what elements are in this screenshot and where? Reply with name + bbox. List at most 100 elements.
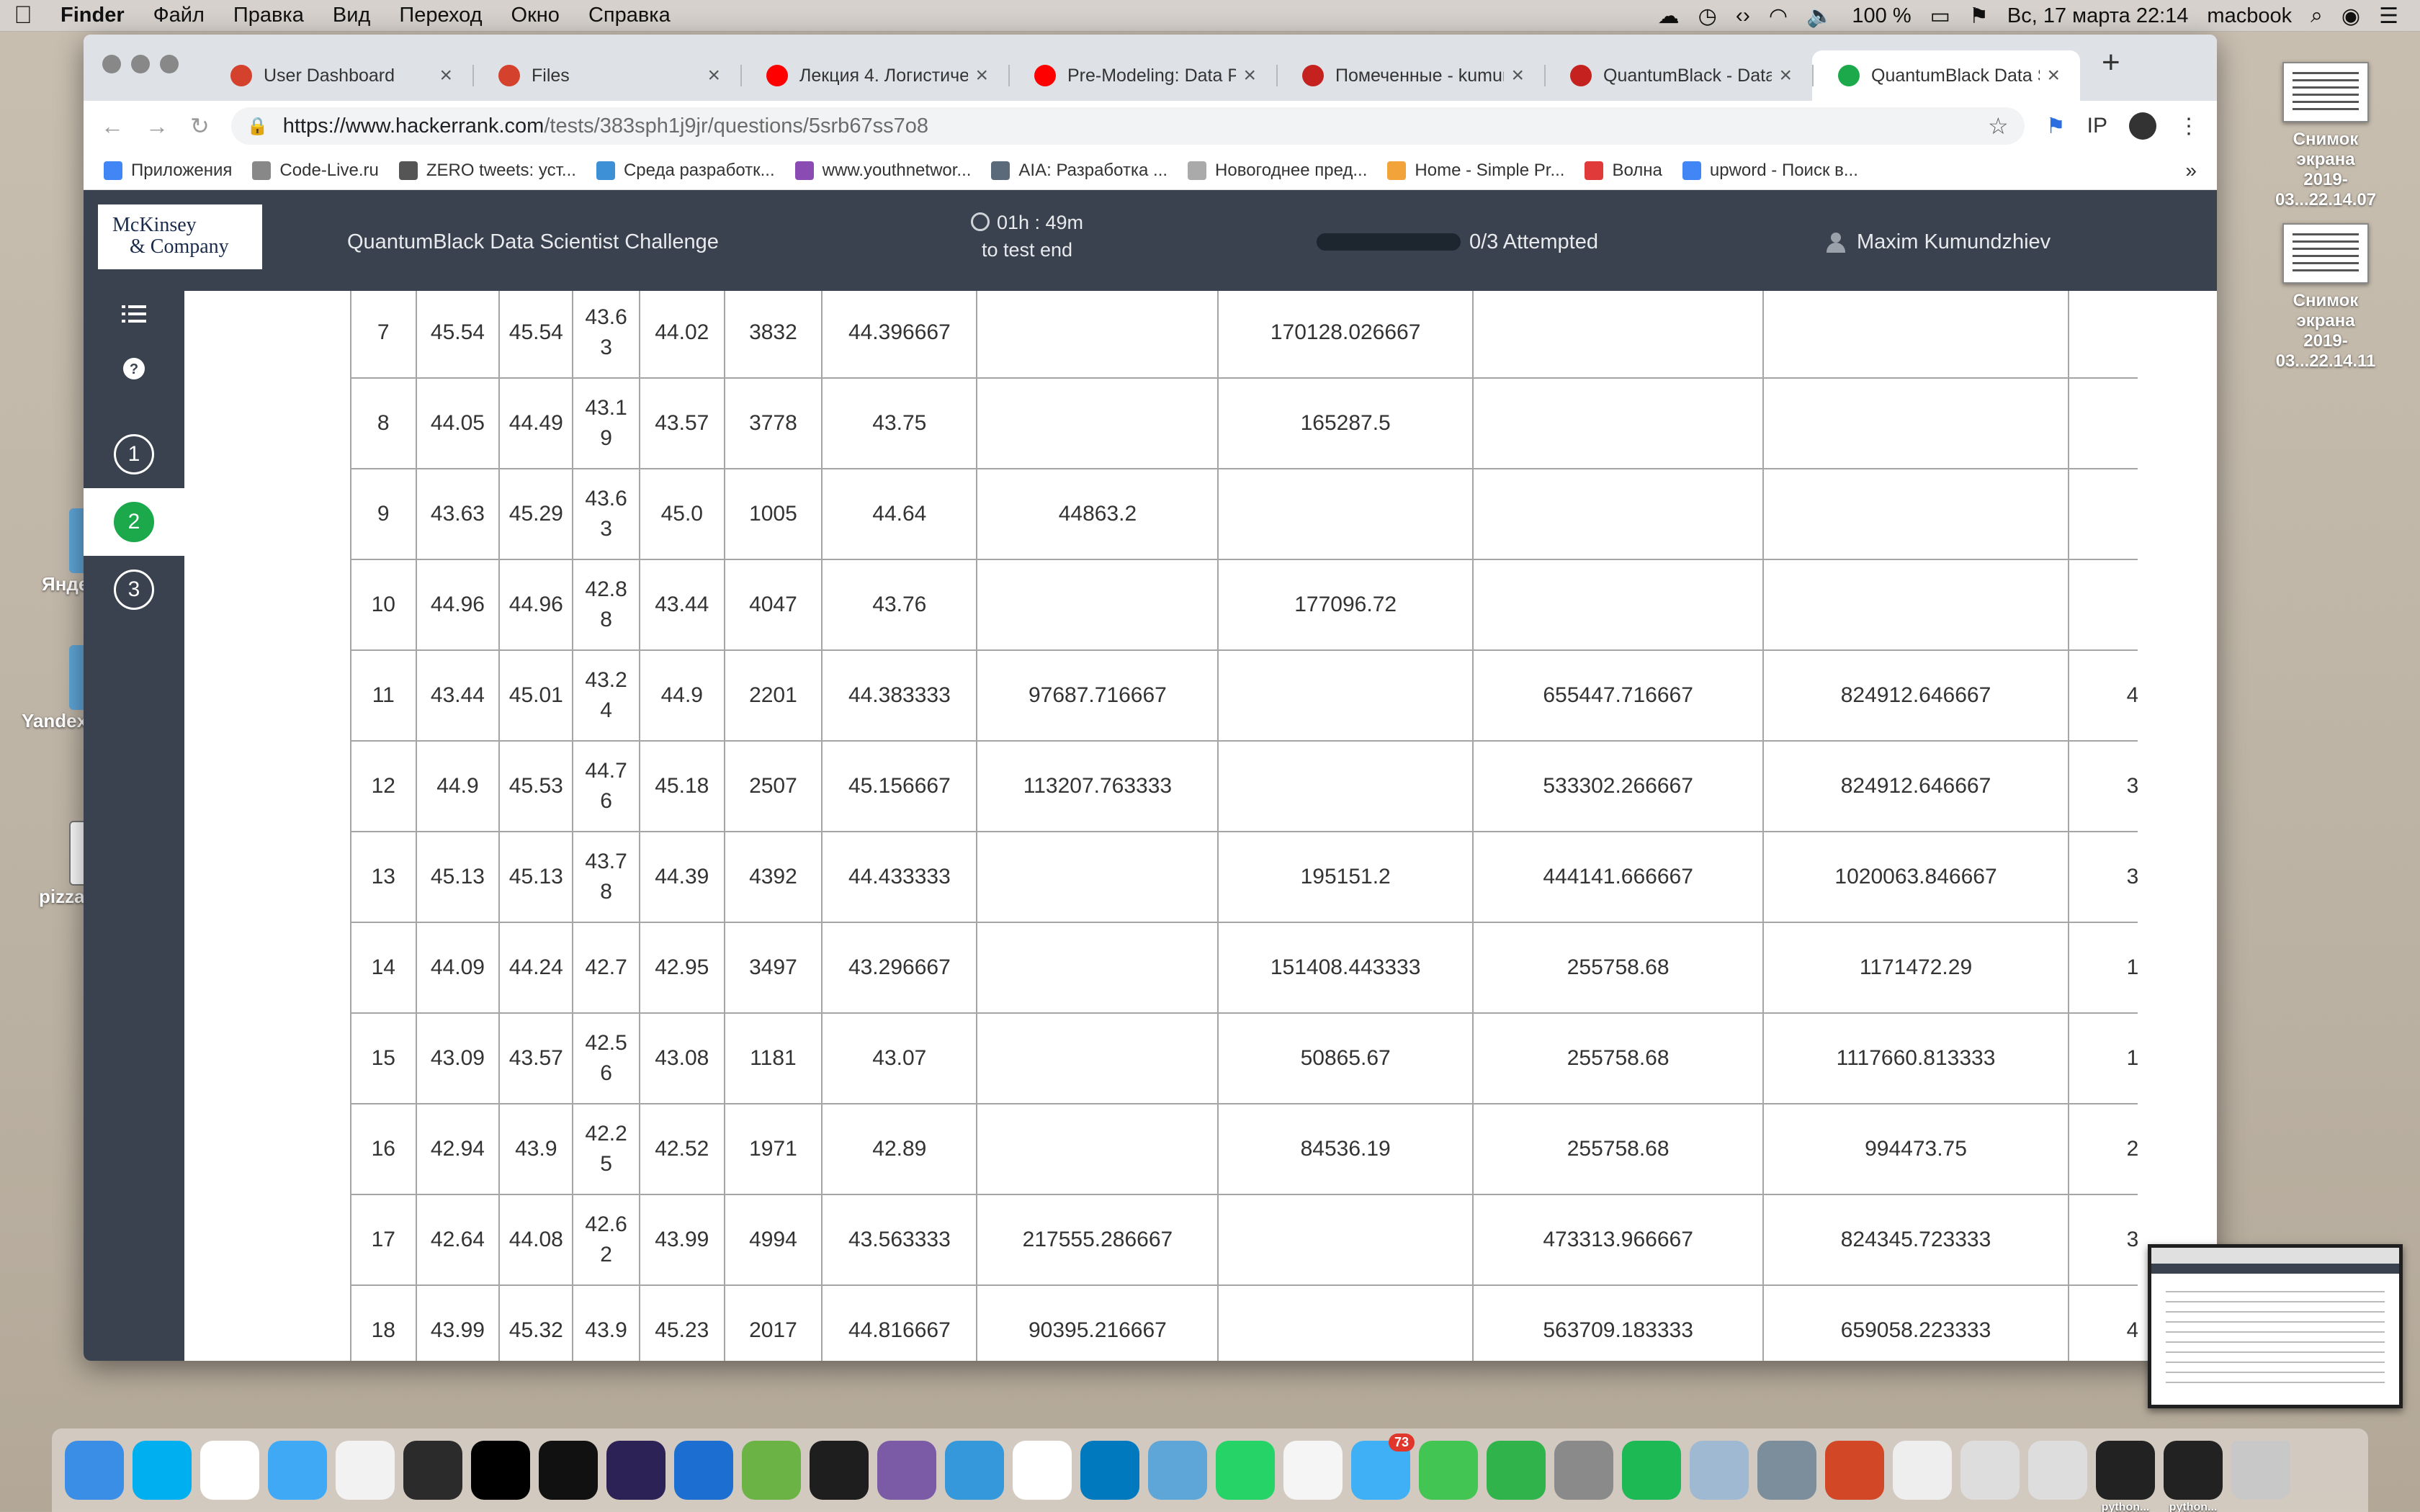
forward-arrow-icon[interactable]: →	[145, 113, 169, 140]
bookmark-item[interactable]: upword - Поиск в...	[1682, 161, 1858, 181]
dock-circle-app-icon[interactable]	[1487, 1441, 1546, 1500]
bookmark-item[interactable]: AIA: Разработка ...	[991, 161, 1168, 181]
menu-kebab-icon[interactable]: ⋮	[2178, 114, 2200, 139]
close-tab-icon[interactable]: ×	[1511, 63, 1524, 88]
dock-preferences-icon[interactable]	[1554, 1441, 1613, 1500]
menu-go[interactable]: Переход	[385, 4, 496, 27]
dock-trello-icon[interactable]	[1080, 1441, 1139, 1500]
menu-app-name[interactable]: Finder	[46, 4, 139, 27]
dock-folder-icon[interactable]	[1148, 1441, 1207, 1500]
code-icon[interactable]: ‹›	[1736, 4, 1750, 28]
notification-center-icon[interactable]: ☰	[2379, 4, 2398, 29]
dock-whatsapp-icon[interactable]	[1216, 1441, 1275, 1500]
bookmark-item[interactable]: Code-Live.ru	[252, 161, 379, 181]
bookmark-item[interactable]: Home - Simple Pr...	[1387, 161, 1564, 181]
wifi-icon[interactable]: ◠	[1769, 4, 1788, 29]
bookmark-item[interactable]: www.youthnetwor...	[794, 161, 971, 181]
user-menu[interactable]: Maxim Kumundzhiev	[1827, 230, 2051, 254]
dock-chrome-icon[interactable]	[336, 1441, 395, 1500]
close-tab-icon[interactable]: ×	[975, 63, 988, 88]
dock-powerpoint-icon[interactable]	[1825, 1441, 1884, 1500]
us-flag-icon[interactable]: ⚑	[1969, 4, 1989, 29]
minimize-window-button[interactable]	[131, 55, 150, 73]
dock-preview-icon[interactable]	[1757, 1441, 1816, 1500]
help-icon[interactable]: ?	[120, 354, 148, 383]
dock-document-2-icon[interactable]	[2028, 1441, 2087, 1500]
dock-eclipse-icon[interactable]	[606, 1441, 666, 1500]
dock-document-1-icon[interactable]	[1960, 1441, 2020, 1500]
desktop-screenshot-2[interactable]: Снимок экрана 2019-03...22.14.11	[2264, 223, 2387, 372]
question-2-button[interactable]: 2	[84, 488, 184, 556]
dock-android-studio-icon[interactable]	[742, 1441, 801, 1500]
menu-view[interactable]: Вид	[318, 4, 385, 27]
menu-edit[interactable]: Правка	[219, 4, 318, 27]
dock-slack-icon[interactable]	[1013, 1441, 1072, 1500]
address-bar[interactable]: 🔒 https://www.hackerrank.com/tests/383sp…	[230, 107, 2025, 145]
dock-yandex-browser-icon[interactable]	[200, 1441, 259, 1500]
screenshot-preview-thumbnail[interactable]	[2148, 1244, 2403, 1408]
close-tab-icon[interactable]: ×	[1779, 63, 1792, 88]
cloud-upload-icon[interactable]: ☁	[1658, 4, 1680, 29]
browser-tab[interactable]: Лекция 4. Логистиче ×	[740, 50, 1008, 101]
dock-python-2-icon[interactable]: python...	[2164, 1441, 2223, 1512]
apple-icon[interactable]: 	[0, 1, 46, 30]
bookmark-item[interactable]: ZERO tweets: уст...	[398, 161, 576, 181]
menu-help[interactable]: Справка	[574, 4, 685, 27]
spotlight-icon[interactable]: ⌕	[2311, 4, 2323, 28]
close-tab-icon[interactable]: ×	[707, 63, 720, 88]
dock-textedit-icon[interactable]	[1893, 1441, 1952, 1500]
dock-safari-icon[interactable]	[268, 1441, 327, 1500]
question-list-icon[interactable]	[120, 300, 148, 328]
desktop-screenshot-1[interactable]: Снимок экрана 2019-03...22.14.07	[2264, 62, 2387, 210]
flag-extension-icon[interactable]: ⚑	[2046, 114, 2066, 139]
bookmarks-overflow-icon[interactable]: »	[2185, 159, 2197, 182]
bookmark-item[interactable]: Приложения	[104, 161, 232, 181]
battery-label[interactable]: 100 %	[1852, 4, 1911, 28]
volume-icon[interactable]: 🔈	[1806, 4, 1833, 29]
dock-keynote-icon[interactable]	[945, 1441, 1004, 1500]
menu-file[interactable]: Файл	[139, 4, 219, 27]
dock-vscode-icon[interactable]	[403, 1441, 462, 1500]
dock-intellij-icon[interactable]	[471, 1441, 530, 1500]
browser-tab[interactable]: QuantumBlack - Data ×	[1544, 50, 1812, 101]
bookmark-star-icon[interactable]: ☆	[1988, 112, 2009, 140]
close-tab-icon[interactable]: ×	[1243, 63, 1256, 88]
new-tab-button[interactable]: +	[2080, 45, 2120, 91]
bookmark-item[interactable]: Среда разработк...	[596, 161, 775, 181]
browser-tab[interactable]: Files ×	[472, 50, 740, 101]
time-machine-icon[interactable]: ◷	[1698, 4, 1717, 29]
browser-tab[interactable]: QuantumBlack Data S ×	[1812, 50, 2080, 101]
question-3-button[interactable]: 3	[84, 556, 184, 624]
menu-window[interactable]: Окно	[497, 4, 574, 27]
dock-skype-icon[interactable]	[133, 1441, 192, 1500]
dock-photos-icon[interactable]	[1283, 1441, 1343, 1500]
dock-github-icon[interactable]	[877, 1441, 936, 1500]
bookmark-item[interactable]: Волна	[1585, 161, 1662, 181]
browser-tab[interactable]: User Dashboard ×	[205, 50, 472, 101]
battery-icon[interactable]: ▭	[1930, 4, 1950, 29]
dock-spotify-icon[interactable]	[1622, 1441, 1681, 1500]
ip-extension-icon[interactable]: IP	[2087, 114, 2107, 138]
dock-pycharm-icon[interactable]	[539, 1441, 598, 1500]
dock-python-1-icon[interactable]: python...	[2096, 1441, 2155, 1512]
close-tab-icon[interactable]: ×	[439, 63, 452, 88]
dock-terminal-icon[interactable]	[810, 1441, 869, 1500]
reload-icon[interactable]: ↻	[190, 112, 210, 140]
close-window-button[interactable]	[102, 55, 121, 73]
profile-avatar[interactable]	[2129, 112, 2156, 140]
browser-tab[interactable]: Pre-Modeling: Data Pr ×	[1008, 50, 1276, 101]
browser-tab[interactable]: Помеченные - kumun ×	[1276, 50, 1544, 101]
close-tab-icon[interactable]: ×	[2047, 63, 2060, 88]
back-arrow-icon[interactable]: ←	[101, 113, 124, 140]
bookmark-item[interactable]: Новогоднее пред...	[1188, 161, 1367, 181]
username-label[interactable]: macbook	[2207, 4, 2292, 28]
dock-facetime-icon[interactable]	[1419, 1441, 1478, 1500]
clock-label[interactable]: Вс, 17 марта 22:14	[2007, 4, 2189, 28]
dock-finder-icon[interactable]	[65, 1441, 124, 1500]
maximize-window-button[interactable]	[160, 55, 179, 73]
dock-database-icon[interactable]	[1690, 1441, 1749, 1500]
siri-icon[interactable]: ◉	[2341, 4, 2360, 29]
question-1-button[interactable]: 1	[84, 420, 184, 488]
dock-messages-icon[interactable]: 73	[1351, 1434, 1415, 1500]
dock-xcode-icon[interactable]	[674, 1441, 733, 1500]
